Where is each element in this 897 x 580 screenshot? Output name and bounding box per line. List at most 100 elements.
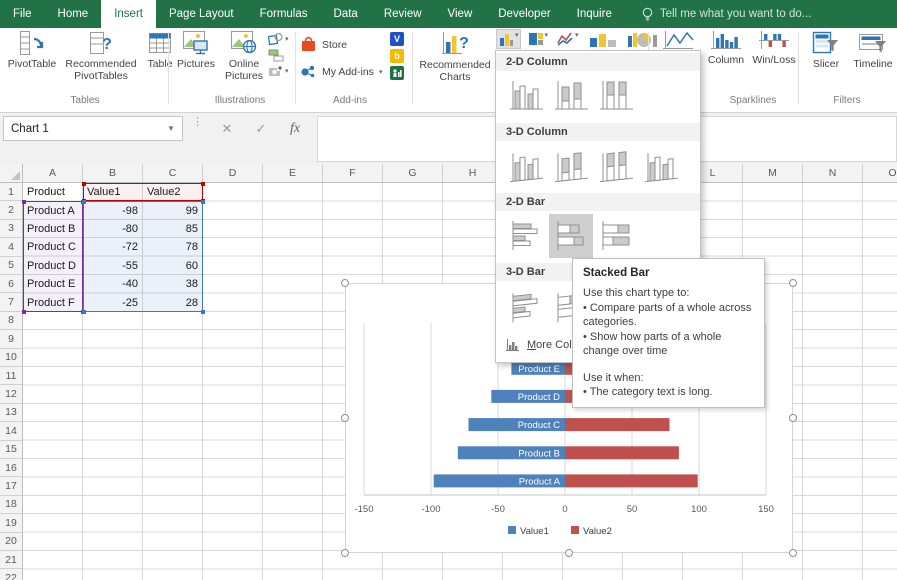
column-header-H[interactable]: H <box>443 164 503 183</box>
chart-type-stacked-bar[interactable] <box>549 214 593 258</box>
ribbon-tab-data[interactable]: Data <box>321 0 371 28</box>
visio-addin-button[interactable]: V <box>390 32 404 46</box>
insert-hierarchy-chart-button[interactable]: ▾ <box>527 30 550 48</box>
row-header-5[interactable]: 5 <box>0 257 23 275</box>
pivottable-button[interactable]: PivotTable <box>4 30 60 70</box>
chart-selection-handle[interactable] <box>341 279 349 287</box>
timeline-button[interactable]: Timeline <box>850 30 896 70</box>
column-header-C[interactable]: C <box>143 164 203 183</box>
chart-selection-handle[interactable] <box>789 279 797 287</box>
sparkline-winloss-button[interactable]: Win/Loss <box>751 30 797 66</box>
ribbon-tab-page-layout[interactable]: Page Layout <box>156 0 247 28</box>
ribbon-tab-developer[interactable]: Developer <box>485 0 563 28</box>
row-header-13[interactable]: 13 <box>0 404 23 422</box>
chart-selection-handle[interactable] <box>341 549 349 557</box>
recommended-charts-button[interactable]: ? Recommended Charts <box>417 30 493 83</box>
cell-C7[interactable]: 28 <box>143 293 203 311</box>
chart-type-3-d-stacked-column[interactable] <box>549 144 593 188</box>
cell-A3[interactable]: Product B <box>23 220 83 238</box>
insert-combo-chart-button[interactable] <box>587 30 619 49</box>
insert-function-button[interactable]: fx <box>282 116 308 141</box>
insert-column-chart-button[interactable]: ▾ <box>497 30 520 48</box>
ribbon-tab-insert[interactable]: Insert <box>101 0 156 28</box>
name-box-dropdown-icon[interactable]: ▼ <box>160 124 182 133</box>
row-header-2[interactable]: 2 <box>0 201 23 219</box>
chart-type-stacked-column[interactable] <box>549 74 593 118</box>
cell-B5[interactable]: -55 <box>83 257 143 275</box>
row-header-17[interactable]: 17 <box>0 477 23 495</box>
cell-A7[interactable]: Product F <box>23 293 83 311</box>
column-header-B[interactable]: B <box>83 164 143 183</box>
row-header-14[interactable]: 14 <box>0 422 23 440</box>
row-header-19[interactable]: 19 <box>0 514 23 532</box>
chart-type-3-d-clustered-bar[interactable] <box>504 284 548 328</box>
column-header-O[interactable]: O <box>863 164 897 183</box>
column-header-F[interactable]: F <box>323 164 383 183</box>
store-button[interactable]: Store <box>300 36 347 53</box>
row-header-21[interactable]: 21 <box>0 551 23 569</box>
cell-A1[interactable]: Product <box>23 183 83 201</box>
cell-B7[interactable]: -25 <box>83 293 143 311</box>
row-header-4[interactable]: 4 <box>0 238 23 256</box>
ribbon-tab-inquire[interactable]: Inquire <box>564 0 625 28</box>
cell-A5[interactable]: Product D <box>23 257 83 275</box>
my-addins-button[interactable]: My Add-ins ▾ <box>300 64 382 79</box>
cell-C2[interactable]: 99 <box>143 201 203 219</box>
chart-type-100-stacked-bar[interactable] <box>594 214 638 258</box>
column-header-G[interactable]: G <box>383 164 443 183</box>
ribbon-tab-file[interactable]: File <box>0 0 45 28</box>
cell-B1[interactable]: Value1 <box>83 183 143 201</box>
cell-C1[interactable]: Value2 <box>143 183 203 201</box>
chart-selection-handle[interactable] <box>789 414 797 422</box>
row-header-20[interactable]: 20 <box>0 533 23 551</box>
column-header-D[interactable]: D <box>203 164 263 183</box>
cell-C6[interactable]: 38 <box>143 275 203 293</box>
row-header-15[interactable]: 15 <box>0 441 23 459</box>
row-header-6[interactable]: 6 <box>0 275 23 293</box>
column-header-M[interactable]: M <box>743 164 803 183</box>
slicer-button[interactable]: Slicer <box>804 30 848 70</box>
cell-C5[interactable]: 60 <box>143 257 203 275</box>
cell-B6[interactable]: -40 <box>83 275 143 293</box>
column-header-E[interactable]: E <box>263 164 323 183</box>
chart-selection-handle[interactable] <box>789 549 797 557</box>
screenshot-button[interactable]: ▾ <box>268 65 289 77</box>
cell-C4[interactable]: 78 <box>143 238 203 256</box>
chart-type-3-d-column[interactable] <box>639 144 683 188</box>
ribbon-tab-view[interactable]: View <box>435 0 486 28</box>
cell-A2[interactable]: Product A <box>23 201 83 219</box>
chart-type-clustered-column[interactable] <box>504 74 548 118</box>
chart-selection-handle[interactable] <box>565 549 573 557</box>
row-header-7[interactable]: 7 <box>0 293 23 311</box>
chart-type-clustered-bar[interactable] <box>504 214 548 258</box>
row-header-1[interactable]: 1 <box>0 183 23 201</box>
ribbon-tab-review[interactable]: Review <box>371 0 435 28</box>
row-header-9[interactable]: 9 <box>0 330 23 348</box>
people-graph-addin-button[interactable] <box>390 66 404 80</box>
row-header-10[interactable]: 10 <box>0 349 23 367</box>
column-header-A[interactable]: A <box>23 164 83 183</box>
cancel-button[interactable]: ✕ <box>214 116 240 141</box>
shapes-button[interactable]: ▾ <box>268 32 289 46</box>
tell-me-box[interactable]: Tell me what you want to do... <box>641 0 812 28</box>
sparkline-column-button[interactable]: Column <box>703 30 749 66</box>
cell-B4[interactable]: -72 <box>83 238 143 256</box>
online-pictures-button[interactable]: Online Pictures <box>220 30 268 82</box>
smartart-button[interactable] <box>268 49 289 62</box>
enter-button[interactable]: ✓ <box>248 116 274 141</box>
insert-line-chart-button[interactable]: ▾ <box>556 30 580 48</box>
row-header-3[interactable]: 3 <box>0 220 23 238</box>
row-header-18[interactable]: 18 <box>0 496 23 514</box>
cell-A6[interactable]: Product E <box>23 275 83 293</box>
cell-B2[interactable]: -98 <box>83 201 143 219</box>
row-header-8[interactable]: 8 <box>0 312 23 330</box>
pictures-button[interactable]: Pictures <box>172 30 220 70</box>
cell-C3[interactable]: 85 <box>143 220 203 238</box>
row-header-16[interactable]: 16 <box>0 459 23 477</box>
chart-selection-handle[interactable] <box>341 414 349 422</box>
cell-B3[interactable]: -80 <box>83 220 143 238</box>
column-header-N[interactable]: N <box>803 164 863 183</box>
chart-type-100-stacked-column[interactable] <box>594 74 638 118</box>
cell-A4[interactable]: Product C <box>23 238 83 256</box>
name-box[interactable]: Chart 1 ▼ <box>3 116 183 141</box>
